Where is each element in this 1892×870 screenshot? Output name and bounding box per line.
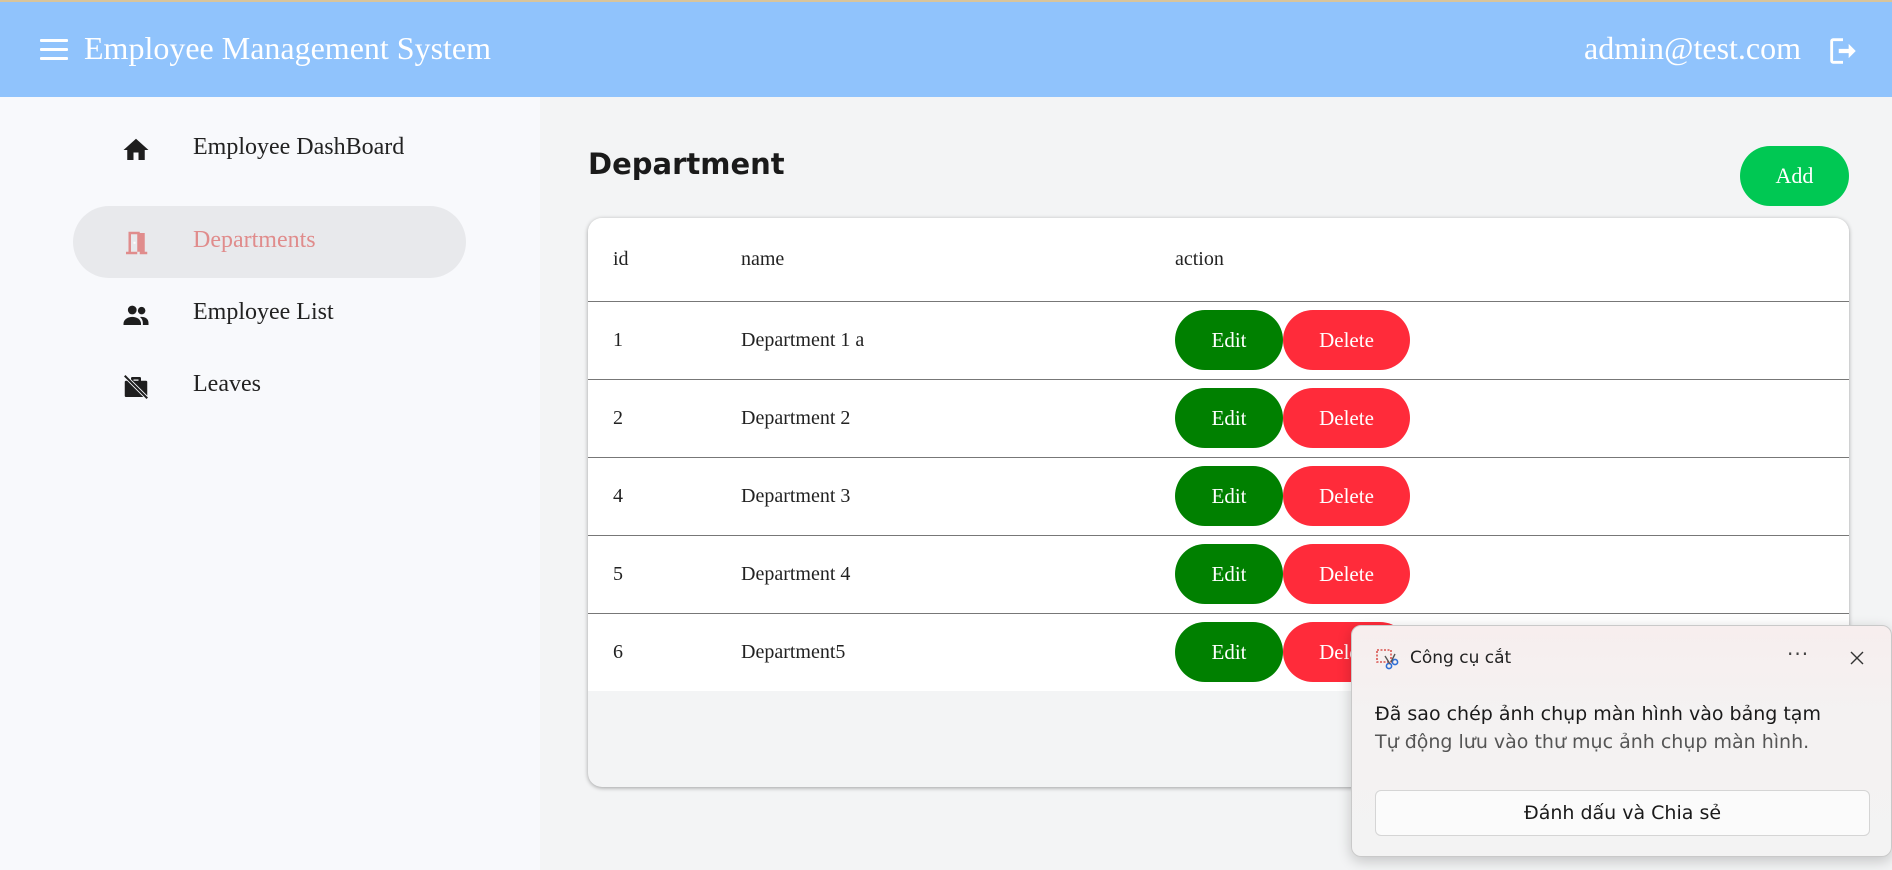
- toast-heading: Đã sao chép ảnh chụp màn hình vào bảng t…: [1375, 703, 1821, 725]
- edit-button[interactable]: Edit: [1175, 622, 1283, 683]
- briefcase-off-icon: [123, 374, 149, 400]
- edit-button[interactable]: Edit: [1175, 466, 1283, 526]
- column-header-action: action: [1175, 218, 1849, 302]
- table-row: 5 Department 4 Edit Delete: [588, 535, 1849, 614]
- edit-button[interactable]: Edit: [1175, 310, 1283, 370]
- page-title: Department: [588, 147, 785, 181]
- cell-name: Department 1 a: [741, 301, 1175, 380]
- edit-button[interactable]: Edit: [1175, 388, 1283, 448]
- sidebar-item-employee-list[interactable]: Employee List: [73, 278, 466, 350]
- snipping-tool-notification: Công cụ cắt ··· Đã sao chép ảnh chụp màn…: [1351, 625, 1892, 857]
- table-row: 2 Department 2 Edit Delete: [588, 379, 1849, 458]
- cell-id: 1: [588, 301, 741, 380]
- delete-button[interactable]: Delete: [1283, 388, 1410, 448]
- edit-button[interactable]: Edit: [1175, 544, 1283, 604]
- delete-button[interactable]: Delete: [1283, 466, 1410, 526]
- sidebar-item-label: Employee List: [193, 299, 334, 325]
- sidebar-item-employee-dashboard[interactable]: Employee DashBoard: [73, 113, 466, 185]
- cell-name: Department5: [741, 640, 846, 663]
- door-icon: [126, 231, 148, 255]
- app-header: Employee Management System admin@test.co…: [0, 0, 1892, 97]
- cell-actions: Edit Delete: [1175, 379, 1849, 458]
- cell-id: 4: [588, 457, 741, 536]
- user-email: admin@test.com: [1584, 30, 1801, 66]
- add-button[interactable]: Add: [1740, 146, 1849, 206]
- cell-actions: Edit Delete: [1175, 535, 1849, 614]
- table-row: 1 Department 1 a Edit Delete: [588, 301, 1849, 380]
- cell-id: 5: [588, 535, 741, 614]
- home-icon: [123, 138, 149, 160]
- app-title: Employee Management System: [84, 30, 492, 66]
- sidebar-item-departments[interactable]: Departments: [73, 206, 466, 278]
- markup-and-share-button[interactable]: Đánh dấu và Chia sẻ: [1375, 790, 1870, 836]
- cell-id: 6: [613, 640, 623, 663]
- table-header-row: id name action: [588, 218, 1849, 302]
- more-options-icon[interactable]: ···: [1787, 642, 1809, 666]
- sidebar-item-label: Employee DashBoard: [193, 134, 405, 160]
- table-row: 4 Department 3 Edit Delete: [588, 457, 1849, 536]
- column-header-id: id: [588, 218, 741, 302]
- cell-name: Department 4: [741, 535, 1175, 614]
- close-icon[interactable]: [1848, 649, 1866, 667]
- sidebar-item-label: Leaves: [193, 371, 261, 397]
- cell-name: Department 3: [741, 457, 1175, 536]
- cell-name: Department 2: [741, 379, 1175, 458]
- people-icon: [123, 305, 149, 325]
- cell-actions: Edit Delete: [1175, 457, 1849, 536]
- cell-actions: Edit Delete: [1175, 301, 1849, 380]
- logout-icon[interactable]: [1826, 34, 1860, 68]
- delete-button[interactable]: Delete: [1283, 310, 1410, 370]
- sidebar-item-label: Departments: [193, 227, 316, 253]
- snipping-tool-icon: [1376, 649, 1399, 670]
- hamburger-menu-icon[interactable]: [40, 39, 68, 61]
- toast-subtext: Tự động lưu vào thư mục ảnh chụp màn hìn…: [1375, 731, 1810, 753]
- sidebar-item-leaves[interactable]: Leaves: [73, 350, 466, 422]
- sidebar: Employee DashBoard Departments Employee …: [0, 97, 540, 870]
- cell-id: 2: [588, 379, 741, 458]
- column-header-name: name: [741, 218, 1175, 302]
- toast-app-name: Công cụ cắt: [1410, 648, 1512, 668]
- department-table: id name action 1 Department 1 a Edit Dele…: [588, 218, 1849, 691]
- delete-button[interactable]: Delete: [1283, 544, 1410, 604]
